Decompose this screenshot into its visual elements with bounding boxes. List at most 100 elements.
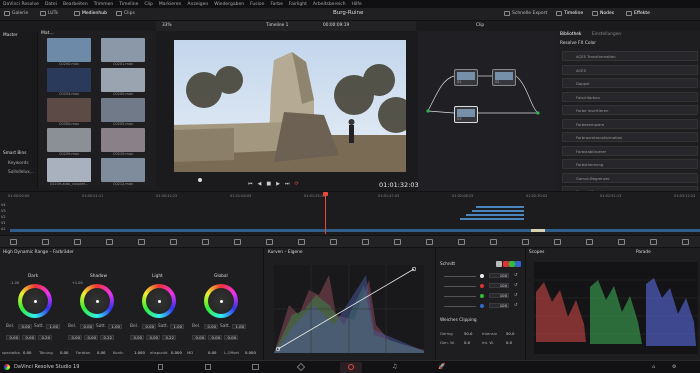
clip-stack[interactable] [466, 214, 524, 216]
exposure-value[interactable]: 0.00 [142, 324, 156, 329]
wheels-tool-icon[interactable] [522, 239, 529, 245]
node-02[interactable]: 02 [492, 69, 516, 86]
fx-item[interactable]: Farbstabilisierer [562, 145, 698, 156]
tab-galerie[interactable]: Galerie [4, 11, 28, 16]
hdr-tool-icon[interactable] [74, 239, 81, 245]
media-thumbnail[interactable] [47, 98, 91, 122]
blur-icon[interactable] [298, 239, 305, 245]
menu-item[interactable]: Trimmen [94, 2, 114, 7]
qualifier-icon[interactable] [650, 239, 657, 245]
fx-item[interactable]: Farbexempiare [562, 118, 698, 129]
tab-einstellungen[interactable]: Einstellungen [592, 32, 621, 37]
rgb-mixer-icon[interactable] [586, 239, 593, 245]
info-icon[interactable] [458, 239, 465, 245]
fx-item[interactable]: ACES Transformation [562, 51, 698, 61]
fx-item[interactable]: Gamut-Begrenzer [562, 172, 698, 183]
wheel-handle[interactable] [33, 299, 37, 303]
menu-item[interactable]: Hilfe [352, 2, 362, 7]
scopes-toggle-icon[interactable] [426, 239, 433, 245]
media-thumbnail[interactable] [101, 68, 145, 92]
reset-icon[interactable]: ↺ [514, 303, 518, 308]
motion-effects-icon[interactable] [138, 239, 145, 245]
clip-value[interactable]: 100 [489, 283, 509, 288]
fx-item[interactable]: Farbe invertieren [562, 105, 698, 115]
smart-bin-keywords[interactable]: Keywords [8, 161, 29, 166]
wheel-xyz-value[interactable]: 0.22 [100, 335, 114, 340]
clip-stack[interactable] [476, 206, 524, 208]
saturation-value[interactable]: 1.00 [46, 324, 60, 329]
param-value[interactable]: 0.00 [97, 350, 105, 355]
menu-item[interactable]: Farbe [270, 2, 282, 7]
exposure-value[interactable]: 0.00 [80, 324, 94, 329]
clip-value[interactable]: 100 [489, 293, 509, 298]
fx-item[interactable]: Doppel [562, 78, 698, 88]
fusion-page-icon[interactable] [296, 362, 306, 372]
motion-effects-icon[interactable] [618, 239, 625, 245]
soft-clip-value[interactable]: 50.0 [464, 331, 472, 336]
curves-tool-icon[interactable] [10, 239, 17, 245]
video-viewer[interactable] [174, 40, 414, 172]
track-v1-clips[interactable] [10, 229, 700, 232]
zoom-level[interactable]: 33% [162, 23, 172, 28]
menu-item[interactable]: Markieren [159, 2, 182, 7]
channel-blue-button[interactable] [515, 261, 521, 267]
node-01[interactable]: 01 [454, 69, 478, 86]
edit-page-icon[interactable] [252, 364, 259, 370]
media-page-icon[interactable] [158, 364, 163, 370]
wheel-xyz-value[interactable]: 0.00 [208, 335, 222, 340]
tab-effekte[interactable]: Effekte [626, 11, 650, 16]
tracker-icon[interactable] [234, 239, 241, 245]
exposure-value[interactable]: 0.00 [18, 324, 32, 329]
media-thumbnail[interactable] [47, 158, 91, 182]
skip-forward-icon[interactable]: ⏭ [285, 181, 290, 187]
clip-slider[interactable] [444, 296, 476, 297]
wheel-xyz-value[interactable]: 0.00 [146, 335, 160, 340]
menu-item[interactable]: Wiedergaben [214, 2, 244, 7]
media-thumbnail[interactable] [101, 98, 145, 122]
media-thumbnail[interactable] [47, 68, 91, 92]
tab-luts[interactable]: LUTs [40, 11, 58, 16]
clip-value[interactable]: 100 [489, 273, 509, 278]
clip-dropdown[interactable]: Clip [476, 23, 484, 28]
reset-icon[interactable]: ↺ [514, 273, 518, 278]
wheel-xyz-value[interactable]: 0.00 [130, 335, 144, 340]
fx-item[interactable]: Falschfarben [562, 91, 698, 102]
wheel-xyz-value[interactable]: 0.00 [22, 335, 36, 340]
reset-icon[interactable]: ↺ [514, 293, 518, 298]
magic-mask-icon[interactable] [266, 239, 273, 245]
param-value[interactable]: 0.00 [208, 350, 216, 355]
clip-slider[interactable] [444, 276, 476, 277]
menu-item[interactable]: Fusion [250, 2, 264, 7]
curves-graph[interactable] [274, 265, 424, 353]
tab-clips[interactable]: Clips [116, 11, 135, 16]
media-thumbnail[interactable] [47, 38, 91, 62]
wheel-xyz-value[interactable]: 0.00 [224, 335, 238, 340]
media-tab[interactable]: Mat... [38, 31, 156, 37]
wheel-xyz-value[interactable]: 0.00 [192, 335, 206, 340]
home-icon[interactable]: ⌂ [652, 364, 655, 370]
saturation-value[interactable]: 1.00 [108, 324, 122, 329]
window-icon[interactable] [202, 239, 209, 245]
param-value[interactable]: 0.000 [245, 350, 256, 355]
menu-item[interactable]: Arbeitsbereich [313, 2, 346, 7]
qualifier-icon[interactable] [170, 239, 177, 245]
saturation-value[interactable]: 1.00 [232, 324, 246, 329]
wheel-handle[interactable] [95, 299, 99, 303]
menu-item[interactable]: Fairlight [289, 2, 307, 7]
master-bin[interactable]: Master [3, 33, 18, 38]
tab-bibliothek[interactable]: Bibliothek [560, 32, 581, 37]
3d-icon[interactable] [394, 239, 401, 245]
sizing-icon[interactable] [362, 239, 369, 245]
rgb-mixer-icon[interactable] [106, 239, 113, 245]
param-value[interactable]: 1.000 [134, 350, 145, 355]
clip-stack[interactable] [472, 210, 524, 212]
fx-item[interactable]: Farbraumtransformation [562, 132, 698, 142]
playhead-dot[interactable] [198, 178, 202, 182]
skip-back-icon[interactable]: ⏮ [248, 181, 253, 187]
param-value[interactable]: 0.00 [60, 350, 68, 355]
soft-clip-value[interactable]: 0.0 [506, 340, 512, 345]
reset-icon[interactable]: ↺ [514, 283, 518, 288]
scope-mode-dropdown[interactable]: Parade [636, 250, 651, 255]
node-03[interactable]: 03 [454, 106, 478, 123]
fairlight-page-icon[interactable]: ♫ [392, 363, 397, 370]
